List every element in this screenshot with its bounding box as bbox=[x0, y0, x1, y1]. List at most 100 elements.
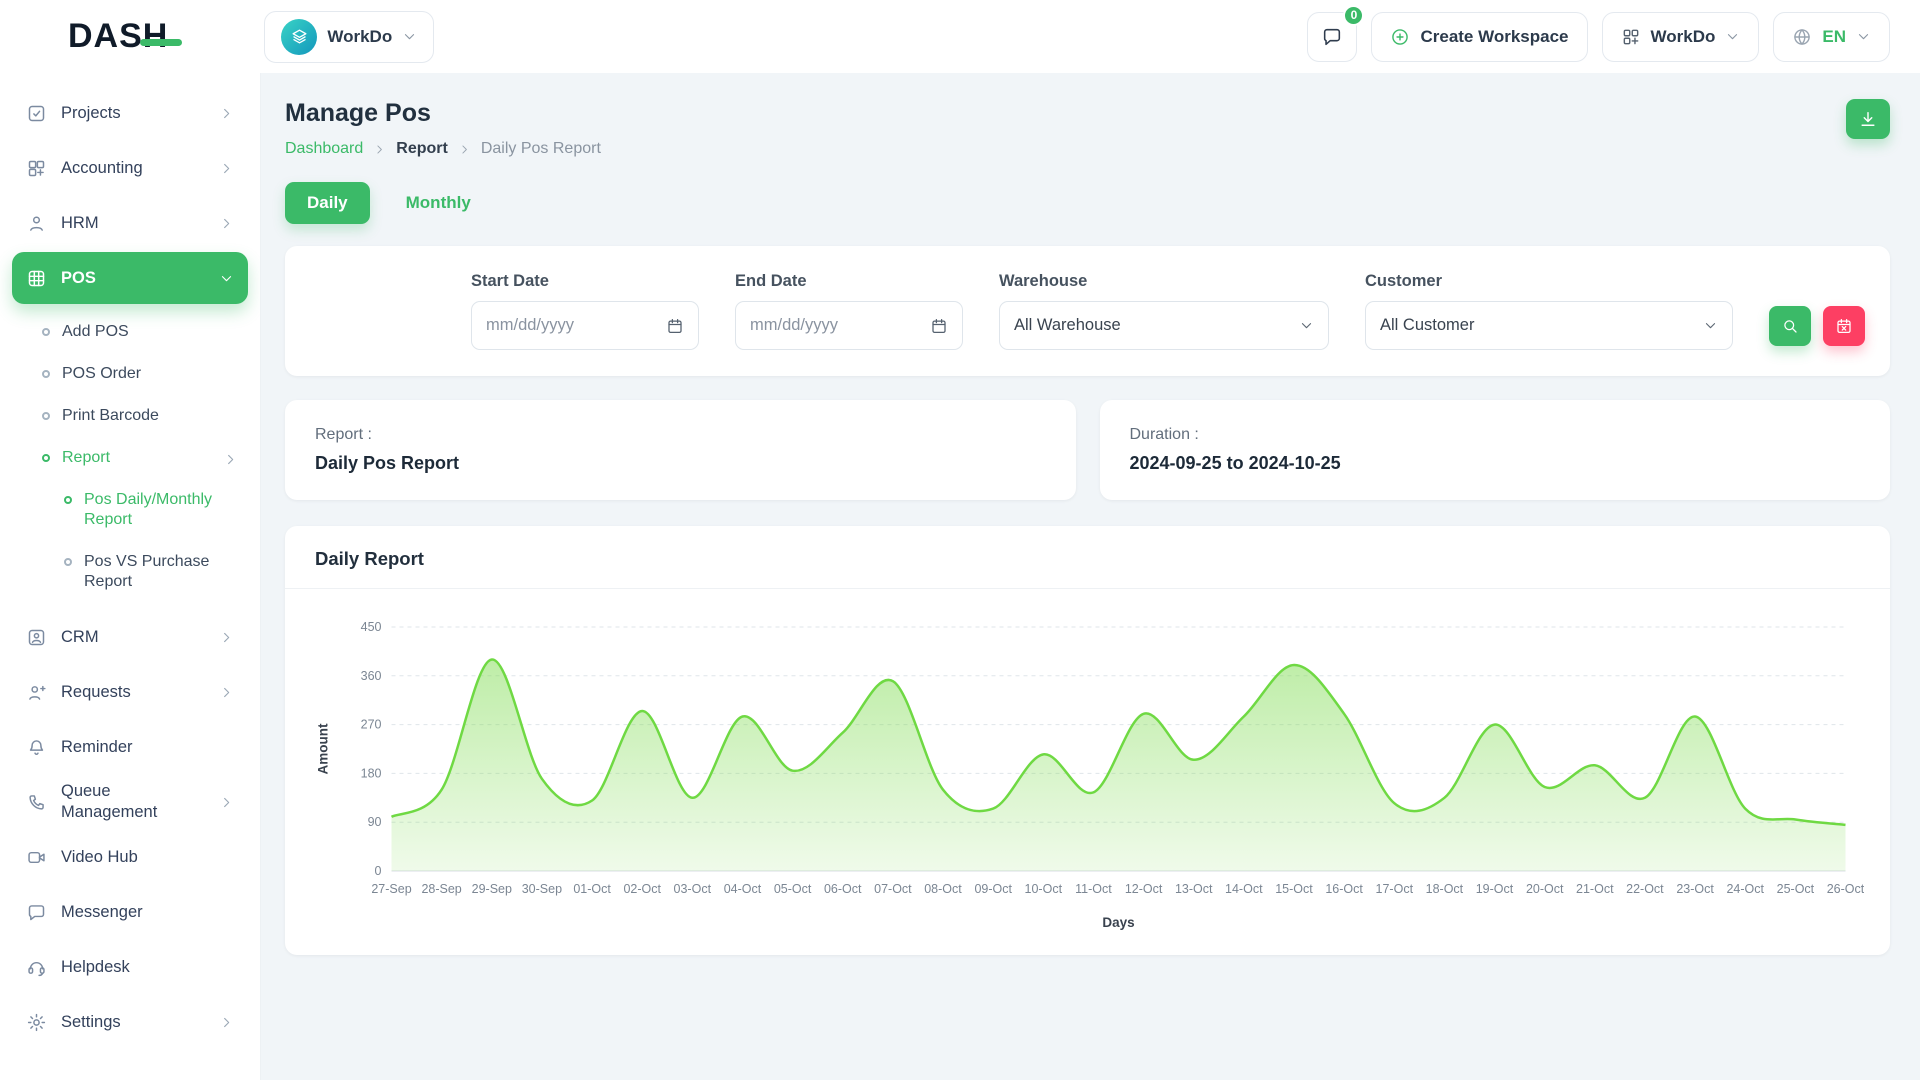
sidebar-item-queue-management[interactable]: Queue Management bbox=[12, 776, 248, 828]
warehouse-field: Warehouse All Warehouse bbox=[999, 272, 1329, 350]
report-summary-value: Daily Pos Report bbox=[315, 453, 1046, 474]
chevron-right-icon bbox=[219, 216, 234, 231]
sidebar-item-messenger[interactable]: Messenger bbox=[12, 886, 248, 938]
start-date-field: Start Date mm/dd/yyyy bbox=[471, 272, 699, 350]
svg-text:19-Oct: 19-Oct bbox=[1476, 882, 1514, 896]
sidebar-item-print-barcode[interactable]: Print Barcode bbox=[12, 395, 248, 437]
duration-summary-value: 2024-09-25 to 2024-10-25 bbox=[1130, 453, 1861, 474]
logo-text: DASH bbox=[68, 17, 168, 56]
svg-text:18-Oct: 18-Oct bbox=[1426, 882, 1464, 896]
chevron-right-icon bbox=[219, 161, 234, 176]
report-summary-card: Report : Daily Pos Report bbox=[285, 400, 1076, 500]
search-icon bbox=[1781, 317, 1799, 335]
sidebar-item-pos-daily-monthly-report[interactable]: Pos Daily/Monthly Report bbox=[12, 479, 248, 541]
report-tabs: Daily Monthly bbox=[285, 182, 1890, 224]
sidebar-item-pos-order[interactable]: POS Order bbox=[12, 353, 248, 395]
warehouse-select[interactable]: All Warehouse bbox=[999, 301, 1329, 350]
duration-summary-card: Duration : 2024-09-25 to 2024-10-25 bbox=[1100, 400, 1891, 500]
filter-actions bbox=[1769, 306, 1865, 346]
sidebar-item-reminder[interactable]: Reminder bbox=[12, 721, 248, 773]
calendar-x-icon bbox=[1835, 317, 1853, 335]
reset-filter-button[interactable] bbox=[1823, 306, 1865, 346]
sidebar-item-helpdesk[interactable]: Helpdesk bbox=[12, 941, 248, 993]
sidebar-item-hrm[interactable]: HRM bbox=[12, 197, 248, 249]
sidebar-item-accounting[interactable]: Accounting bbox=[12, 142, 248, 194]
svg-text:07-Oct: 07-Oct bbox=[874, 882, 912, 896]
messages-button[interactable]: 0 bbox=[1307, 12, 1357, 62]
workspace-name: WorkDo bbox=[327, 27, 392, 47]
account-menu-button[interactable]: WorkDo bbox=[1602, 12, 1760, 62]
crm-icon bbox=[26, 627, 47, 648]
sidebar-item-report[interactable]: Report bbox=[12, 437, 248, 479]
duration-summary-label: Duration : bbox=[1130, 426, 1861, 444]
bullet-icon bbox=[42, 370, 50, 378]
svg-text:05-Oct: 05-Oct bbox=[774, 882, 812, 896]
breadcrumb: Dashboard Report Daily Pos Report bbox=[285, 140, 601, 158]
chart-title: Daily Report bbox=[315, 548, 1860, 570]
sidebar-item-requests[interactable]: Requests bbox=[12, 666, 248, 718]
search-button[interactable] bbox=[1769, 306, 1811, 346]
chevron-right-icon bbox=[219, 1015, 234, 1030]
chevron-down-icon bbox=[1299, 318, 1314, 333]
customer-select[interactable]: All Customer bbox=[1365, 301, 1733, 350]
end-date-input[interactable]: mm/dd/yyyy bbox=[735, 301, 963, 350]
workspace-selector[interactable]: WorkDo bbox=[264, 11, 434, 63]
requests-icon bbox=[26, 682, 47, 703]
svg-text:27-Sep: 27-Sep bbox=[371, 882, 411, 896]
svg-text:180: 180 bbox=[361, 766, 382, 780]
main-content: Manage Pos Dashboard Report Daily Pos Re… bbox=[260, 73, 1920, 1080]
sidebar-item-pos[interactable]: POS bbox=[12, 252, 248, 304]
svg-text:02-Oct: 02-Oct bbox=[623, 882, 661, 896]
breadcrumb-report: Report bbox=[396, 140, 448, 158]
tab-monthly[interactable]: Monthly bbox=[384, 182, 493, 224]
sidebar-item-video-hub[interactable]: Video Hub bbox=[12, 831, 248, 883]
sidebar-item-crm[interactable]: CRM bbox=[12, 611, 248, 663]
download-button[interactable] bbox=[1846, 99, 1890, 139]
app-logo[interactable]: DASH bbox=[68, 17, 168, 56]
svg-text:13-Oct: 13-Oct bbox=[1175, 882, 1213, 896]
start-date-input[interactable]: mm/dd/yyyy bbox=[471, 301, 699, 350]
chevron-right-icon bbox=[219, 630, 234, 645]
create-workspace-button[interactable]: Create Workspace bbox=[1371, 12, 1587, 62]
svg-text:17-Oct: 17-Oct bbox=[1376, 882, 1414, 896]
svg-text:23-Oct: 23-Oct bbox=[1676, 882, 1714, 896]
end-date-label: End Date bbox=[735, 272, 963, 291]
bullet-icon bbox=[42, 328, 50, 336]
svg-text:08-Oct: 08-Oct bbox=[924, 882, 962, 896]
sidebar-item-projects[interactable]: Projects bbox=[12, 87, 248, 139]
bullet-icon bbox=[42, 454, 50, 462]
reminder-icon bbox=[26, 737, 47, 758]
plus-circle-icon bbox=[1390, 27, 1410, 47]
bullet-icon bbox=[42, 412, 50, 420]
svg-text:0: 0 bbox=[375, 864, 382, 878]
top-header: DASH WorkDo 0 Create Workspace WorkDo EN bbox=[0, 0, 1920, 73]
queue-management-icon bbox=[26, 792, 47, 813]
tab-daily[interactable]: Daily bbox=[285, 182, 370, 224]
breadcrumb-dashboard[interactable]: Dashboard bbox=[285, 140, 363, 158]
sidebar-item-pos-vs-purchase-report[interactable]: Pos VS Purchase Report bbox=[12, 541, 248, 603]
breadcrumb-current: Daily Pos Report bbox=[481, 140, 601, 158]
svg-text:06-Oct: 06-Oct bbox=[824, 882, 862, 896]
svg-text:11-Oct: 11-Oct bbox=[1075, 882, 1112, 896]
header-actions: 0 Create Workspace WorkDo EN bbox=[1307, 12, 1890, 62]
sidebar-item-add-pos[interactable]: Add POS bbox=[12, 311, 248, 353]
sidebar-item-settings[interactable]: Settings bbox=[12, 996, 248, 1048]
svg-text:24-Oct: 24-Oct bbox=[1726, 882, 1764, 896]
page-title: Manage Pos bbox=[285, 99, 601, 128]
logo-dash-accent bbox=[140, 39, 182, 46]
svg-text:21-Oct: 21-Oct bbox=[1576, 882, 1614, 896]
projects-icon bbox=[26, 103, 47, 124]
pos-icon bbox=[26, 268, 47, 289]
bullet-icon bbox=[64, 496, 72, 504]
workspace-avatar bbox=[281, 19, 317, 55]
svg-text:03-Oct: 03-Oct bbox=[674, 882, 712, 896]
chart-card: Daily Report 09018027036045027-Sep28-Sep… bbox=[285, 526, 1890, 955]
language-label: EN bbox=[1822, 27, 1846, 47]
chevron-right-icon bbox=[458, 143, 471, 156]
svg-text:Amount: Amount bbox=[316, 723, 331, 774]
svg-text:22-Oct: 22-Oct bbox=[1626, 882, 1664, 896]
language-button[interactable]: EN bbox=[1773, 12, 1890, 62]
create-workspace-label: Create Workspace bbox=[1420, 27, 1568, 47]
chevron-down-icon bbox=[1703, 318, 1718, 333]
svg-text:450: 450 bbox=[361, 620, 382, 634]
